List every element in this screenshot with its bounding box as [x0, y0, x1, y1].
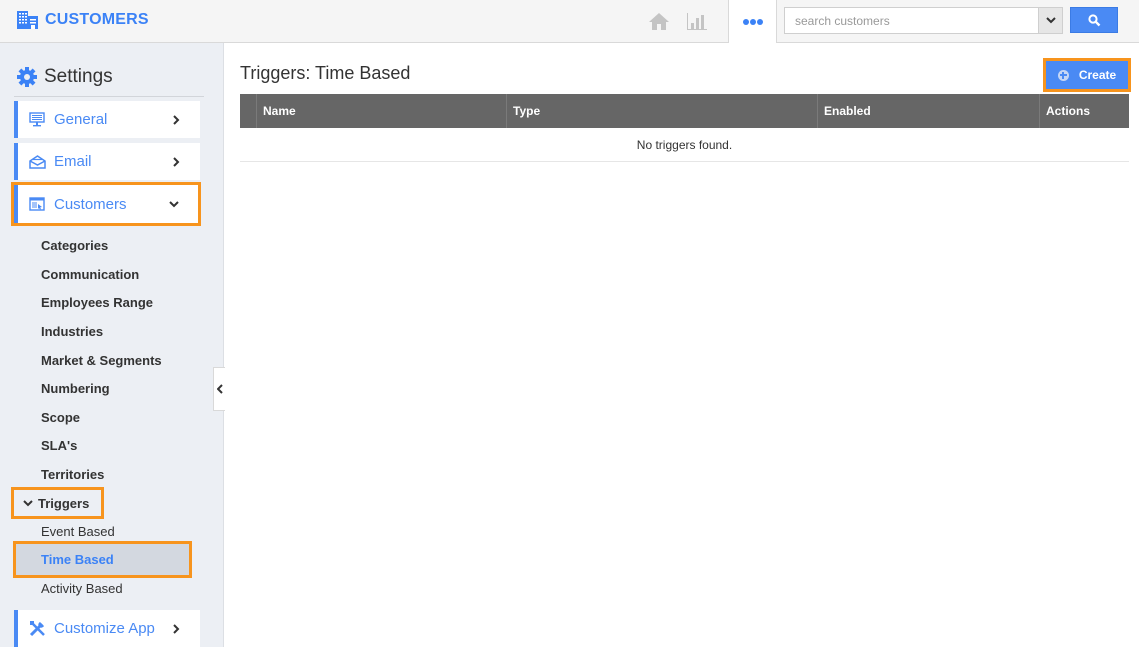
home-button[interactable] [640, 0, 678, 42]
sidebar-subitem-industries[interactable]: Industries [41, 324, 103, 339]
chevron-right-icon [166, 623, 186, 634]
sidebar-item-customize-app[interactable]: Customize App [14, 610, 200, 647]
page-title: Triggers: Time Based [240, 63, 411, 83]
home-icon [649, 13, 669, 30]
settings-sidebar: Settings General Email Customers Categor… [0, 43, 224, 647]
create-label: Create [1078, 68, 1117, 82]
active-item-label: Time Based [41, 552, 114, 567]
sidebar-item-general[interactable]: General [14, 101, 200, 138]
triggers-label: Triggers [38, 495, 90, 511]
reports-button[interactable] [678, 0, 716, 42]
chevron-down-icon [164, 200, 184, 208]
monitor-icon [28, 112, 46, 128]
table-empty-message: No triggers found. [240, 128, 1129, 162]
search-box [784, 7, 1063, 34]
chevron-left-icon [216, 384, 223, 394]
top-nav [640, 0, 716, 42]
top-bar: CUSTOMERS [0, 0, 1139, 43]
app-brand[interactable]: CUSTOMERS [16, 10, 149, 30]
sidebar-collapse-toggle[interactable] [213, 367, 225, 411]
column-header-enabled[interactable]: Enabled [818, 94, 1040, 128]
search-input[interactable] [785, 8, 1038, 33]
sidebar-subitem-numbering[interactable]: Numbering [41, 381, 110, 396]
sidebar-item-label: Customers [54, 195, 127, 213]
chevron-down-icon [23, 499, 33, 506]
chevron-right-icon [166, 156, 186, 167]
sidebar-trigger-event-based[interactable]: Event Based [41, 524, 115, 539]
sidebar-item-email[interactable]: Email [14, 143, 200, 180]
settings-heading: Settings [16, 66, 113, 88]
chevron-right-icon [166, 114, 186, 125]
triggers-table-header: Name Type Enabled Actions [240, 94, 1129, 128]
create-button[interactable]: Create [1043, 58, 1131, 92]
search-icon [1087, 13, 1100, 26]
window-icon [28, 196, 46, 212]
divider [14, 96, 204, 97]
bar-chart-icon [687, 13, 707, 30]
sidebar-subitem-market-segments[interactable]: Market & Segments [41, 353, 162, 368]
sidebar-item-label: Email [54, 153, 92, 170]
building-icon [17, 11, 38, 29]
sidebar-subitem-triggers[interactable]: Triggers [11, 487, 104, 519]
sidebar-item-label: General [54, 111, 108, 128]
column-header-name[interactable]: Name [257, 94, 507, 128]
search-dropdown-button[interactable] [1038, 8, 1062, 33]
sidebar-subitem-categories[interactable]: Categories [41, 238, 108, 253]
plus-circle-icon [1057, 69, 1069, 81]
chevron-down-icon [1045, 17, 1056, 24]
gear-icon [17, 67, 37, 87]
sidebar-subitem-scope[interactable]: Scope [41, 410, 80, 425]
column-header-actions: Actions [1046, 104, 1091, 118]
sidebar-subitem-slas[interactable]: SLA's [41, 438, 77, 453]
sidebar-subitem-territories[interactable]: Territories [41, 467, 104, 482]
more-button[interactable] [729, 0, 776, 43]
sidebar-trigger-time-based[interactable]: Time Based [13, 541, 192, 578]
sidebar-item-customers[interactable]: Customers [11, 182, 201, 226]
search-button[interactable] [1070, 7, 1118, 33]
sidebar-item-label: Customize App [54, 620, 155, 637]
app-title: CUSTOMERS [45, 11, 149, 28]
sidebar-subitem-communication[interactable]: Communication [41, 267, 139, 282]
column-header-type[interactable]: Type [507, 94, 818, 128]
tools-icon [28, 621, 46, 637]
sidebar-subitem-employees-range[interactable]: Employees Range [41, 295, 153, 310]
more-dots-icon [742, 18, 763, 25]
sidebar-trigger-activity-based[interactable]: Activity Based [41, 581, 123, 596]
settings-title: Settings [44, 66, 113, 87]
column-header-select [240, 94, 257, 128]
envelope-icon [28, 154, 46, 170]
nav-divider [776, 0, 777, 42]
